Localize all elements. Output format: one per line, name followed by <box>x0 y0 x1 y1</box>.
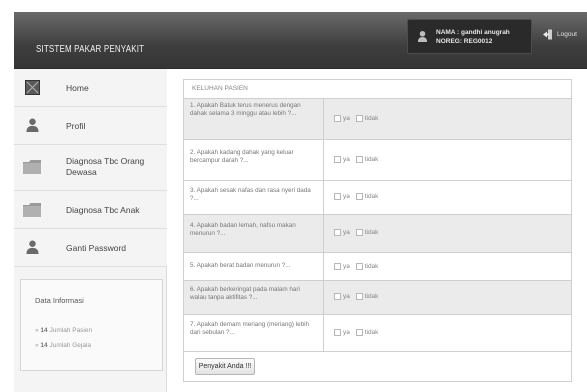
no-label: tidak <box>364 193 379 200</box>
gejala-label: Jumlah Gejala <box>49 342 92 349</box>
user-icon <box>26 240 39 254</box>
sidebar-item-diagnosa-dewasa[interactable]: Diagnosa Tbc Orang Dewasa <box>14 145 167 191</box>
question-text: 7. Apakah demam meriang (meriang) lebih … <box>184 315 324 351</box>
sidebar-item-label: Home <box>66 83 89 93</box>
answer-options: ya tidak <box>334 229 382 236</box>
no-checkbox[interactable] <box>355 293 363 300</box>
question-row: 4. Apakah badan lemah, nafsu makan menur… <box>183 215 572 253</box>
user-info-box: NAMA : gandhi anugrah NOREG: REG0012 <box>407 19 532 54</box>
answer-options: ya tidak <box>334 329 382 336</box>
yes-label: ya <box>343 115 350 122</box>
answer-options: ya tidak <box>334 263 382 270</box>
user-icon <box>417 31 428 42</box>
yes-label: ya <box>343 263 350 270</box>
sidebar-item-ganti-password[interactable]: Ganti Password <box>14 229 167 267</box>
answer-options: ya tidak <box>334 293 382 300</box>
info-pasien: » 14 Jumlah Pasien <box>35 327 92 334</box>
submit-button[interactable]: Penyakit Anda !!! <box>195 358 255 375</box>
no-label: tidak <box>364 115 379 122</box>
question-text: 1. Apakah Batuk terus menerus dengan dah… <box>184 99 324 139</box>
no-checkbox[interactable] <box>355 115 363 122</box>
question-row: 5. Apakah berat badan menurun ?... ya ti… <box>183 253 572 281</box>
no-checkbox[interactable] <box>355 229 363 236</box>
no-label: tidak <box>364 329 379 336</box>
home-icon <box>25 80 40 95</box>
yes-checkbox[interactable] <box>334 329 341 336</box>
no-label: tidak <box>364 156 379 163</box>
no-checkbox[interactable] <box>355 156 363 163</box>
info-title: Data Informasi <box>35 296 84 305</box>
answer-options: ya tidak <box>334 156 382 163</box>
sidebar-item-label: Diagnosa Tbc Anak <box>66 205 140 215</box>
answer-options: ya tidak <box>334 193 382 200</box>
yes-checkbox[interactable] <box>334 229 341 236</box>
info-panel: Data Informasi » 14 Jumlah Pasien » 14 J… <box>20 279 163 371</box>
question-row: 6. Apakah berkeringat pada malam hari wa… <box>183 281 572 315</box>
yes-checkbox[interactable] <box>334 293 341 300</box>
question-text: 4. Apakah badan lemah, nafsu makan menur… <box>184 215 324 252</box>
yes-checkbox[interactable] <box>334 156 341 163</box>
question-text: 6. Apakah berkeringat pada malam hari wa… <box>184 281 324 314</box>
yes-label: ya <box>343 193 350 200</box>
submit-row: Penyakit Anda !!! <box>183 352 572 382</box>
sidebar-item-home[interactable]: Home <box>14 69 167 107</box>
question-row: 1. Apakah Batuk terus menerus dengan dah… <box>183 99 572 140</box>
sidebar-item-diagnosa-anak[interactable]: Diagnosa Tbc Anak <box>14 191 167 229</box>
question-text: 5. Apakah berat badan menurun ?... <box>184 253 324 280</box>
folder-icon <box>23 160 41 174</box>
user-icon <box>26 118 39 132</box>
sidebar-item-label: Profil <box>66 121 86 131</box>
gejala-count: 14 <box>40 342 48 349</box>
no-checkbox[interactable] <box>355 193 363 200</box>
yes-label: ya <box>343 229 350 236</box>
logout-label: Logout <box>557 31 577 38</box>
no-label: tidak <box>364 263 379 270</box>
yes-checkbox[interactable] <box>334 263 341 270</box>
sidebar-item-profil[interactable]: Profil <box>14 107 167 145</box>
answer-options: ya tidak <box>334 115 382 122</box>
section-title: KELUHAN PASIEN <box>183 79 572 99</box>
app-title: SITSTEM PAKAR PENYAKIT <box>36 44 145 55</box>
question-row: 2. Apakah kadang dahak yang keluar berca… <box>183 140 572 181</box>
no-checkbox[interactable] <box>355 329 363 336</box>
logout-icon <box>543 29 552 40</box>
user-noreg: NOREG: REG0012 <box>436 38 493 45</box>
sidebar-item-label: Diagnosa Tbc Orang Dewasa <box>66 156 145 177</box>
no-label: tidak <box>364 229 379 236</box>
no-label: tidak <box>364 293 379 300</box>
question-text: 3. Apakah sesak nafas dan rasa nyeri dad… <box>184 181 324 214</box>
question-row: 3. Apakah sesak nafas dan rasa nyeri dad… <box>183 181 572 215</box>
folder-icon <box>23 203 41 217</box>
question-row: 7. Apakah demam meriang (meriang) lebih … <box>183 315 572 352</box>
pasien-count: 14 <box>40 327 48 334</box>
yes-checkbox[interactable] <box>334 115 341 122</box>
yes-checkbox[interactable] <box>334 193 341 200</box>
no-checkbox[interactable] <box>355 263 363 270</box>
question-text: 2. Apakah kadang dahak yang keluar berca… <box>184 140 324 180</box>
pasien-label: Jumlah Pasien <box>49 327 93 334</box>
logout-button[interactable]: Logout <box>543 28 583 42</box>
yes-label: ya <box>343 293 350 300</box>
sidebar-item-label: Ganti Password <box>66 243 126 253</box>
yes-label: ya <box>343 156 350 163</box>
info-gejala: » 14 Jumlah Gejala <box>35 342 91 349</box>
yes-label: ya <box>343 329 350 336</box>
user-name: NAMA : gandhi anugrah <box>436 29 510 36</box>
